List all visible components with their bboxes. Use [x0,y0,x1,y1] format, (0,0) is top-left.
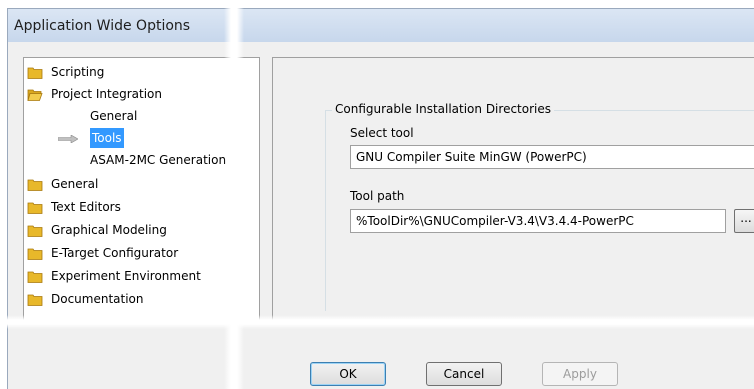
group-box-title: Configurable Installation Directories [332,102,554,116]
dialog-body: Scripting Project Integration General To… [8,42,754,389]
arrow-right-icon [58,135,78,143]
options-page: Configurable Installation Directories Se… [272,57,754,322]
folder-icon [27,248,43,260]
tree-item-label: Documentation [51,292,144,306]
tree-item-label: Scripting [51,65,105,79]
folder-open-icon [27,89,43,101]
tree-item-tools[interactable]: Tools [24,128,224,148]
horizontal-crop-divider [0,315,754,329]
tree-item-label: E-Target Configurator [51,246,179,260]
window-title: Application Wide Options [14,18,191,34]
select-tool-dropdown[interactable]: GNU Compiler Suite MinGW (PowerPC) [350,145,754,169]
cancel-button[interactable]: Cancel [426,362,502,386]
apply-button[interactable]: Apply [542,362,618,386]
select-tool-label: Select tool [350,126,414,140]
options-dialog: Application Wide Options Scripting Proje… [7,8,754,389]
folder-icon [27,225,43,237]
folder-icon [27,271,43,283]
tree-item-label: Graphical Modeling [51,223,167,237]
tree-item-label: ASAM-2MC Generation [90,153,227,167]
select-tool-value: GNU Compiler Suite MinGW (PowerPC) [356,150,587,164]
folder-icon [27,67,43,79]
tree-item-label: Experiment Environment [51,269,201,283]
vertical-crop-divider [224,0,244,389]
browse-button[interactable]: ... [734,209,754,233]
title-bar[interactable]: Application Wide Options [8,9,754,42]
tool-path-label: Tool path [350,189,405,203]
ok-button[interactable]: OK [310,362,386,386]
tree-item-label: Project Integration [51,87,162,101]
tool-path-field[interactable]: %ToolDir%\GNUCompiler-V3.4\V3.4.4-PowerP… [350,209,726,233]
folder-icon [27,294,43,306]
tree-item-label: Text Editors [51,200,121,214]
folder-icon [27,179,43,191]
tree-item-label: General [90,109,138,123]
tree-item-label: General [51,177,99,191]
tree-item-label: Tools [90,128,124,148]
folder-icon [27,202,43,214]
